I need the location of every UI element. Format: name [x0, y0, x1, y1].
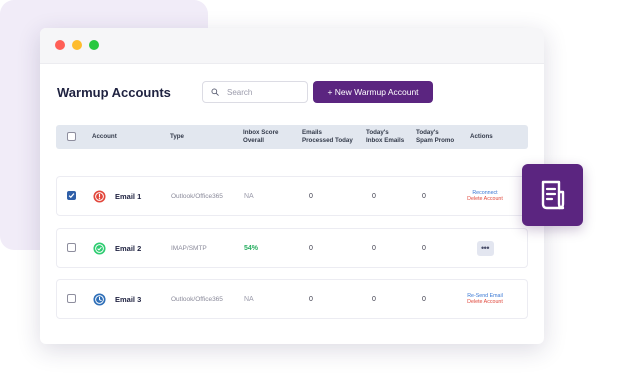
column-header-inbox-emails: Today's Inbox Emails: [366, 129, 404, 144]
table-header: Account Type Inbox Score Overall Emails …: [56, 125, 528, 149]
close-window-dot[interactable]: [55, 40, 65, 50]
row-checkbox[interactable]: [67, 294, 76, 303]
search-input[interactable]: [227, 87, 307, 97]
emails-processed: 0: [309, 192, 313, 200]
window-titlebar: [40, 28, 544, 64]
row-checkbox[interactable]: [67, 191, 76, 200]
inbox-score: NA: [244, 295, 254, 303]
column-header-account: Account: [92, 133, 117, 140]
check-circle-icon: [93, 242, 106, 255]
column-header-emails-processed-line2: Processed Today: [302, 136, 353, 144]
column-header-type: Type: [170, 133, 184, 140]
minimize-window-dot[interactable]: [72, 40, 82, 50]
account-type: Outlook/Office365: [171, 295, 223, 303]
checkmark-icon: [68, 193, 75, 199]
row-actions: •••: [451, 229, 519, 267]
row-checkbox[interactable]: [67, 243, 76, 252]
delete-account-link[interactable]: Delete Account: [467, 196, 503, 203]
emails-processed: 0: [309, 244, 313, 252]
clock-icon: [93, 293, 106, 306]
column-header-emails-processed: Emails Processed Today: [302, 129, 353, 144]
inbox-score: 54%: [244, 244, 259, 252]
document-badge: [522, 164, 583, 226]
column-header-inbox-score: Inbox Score Overall: [243, 129, 278, 144]
account-type: Outlook/Office365: [171, 192, 223, 200]
table-row[interactable]: Email 2 IMAP/SMTP 54% 0 0 0 •••: [56, 228, 528, 268]
search-icon: [211, 88, 219, 96]
column-header-spam-promo: Today's Spam Promo: [416, 129, 454, 144]
column-header-spam-promo-line1: Today's: [416, 129, 439, 136]
spam-promo: 0: [422, 295, 426, 303]
new-warmup-account-button[interactable]: + New Warmup Account: [313, 81, 433, 103]
column-header-emails-processed-line1: Emails: [302, 129, 322, 136]
spam-promo: 0: [422, 192, 426, 200]
account-type: IMAP/SMTP: [171, 244, 207, 252]
column-header-inbox-emails-line2: Inbox Emails: [366, 136, 405, 144]
account-name: Email 1: [115, 191, 142, 201]
inbox-emails: 0: [372, 295, 376, 303]
app-window: Warmup Accounts + New Warmup Account Acc…: [40, 28, 544, 344]
column-header-inbox-score-line1: Inbox Score: [243, 129, 279, 136]
inbox-emails: 0: [372, 192, 376, 200]
table-row[interactable]: Email 3 Outlook/Office365 NA 0 0 0 Re-Se…: [56, 279, 528, 319]
account-name: Email 3: [115, 294, 142, 304]
account-name: Email 2: [115, 243, 142, 253]
column-header-spam-promo-line2: Spam Promo: [416, 136, 455, 144]
more-options-icon[interactable]: •••: [476, 240, 494, 256]
error-icon: [93, 190, 106, 203]
column-header-actions: Actions: [470, 133, 493, 140]
document-icon: [541, 180, 564, 210]
select-all-checkbox[interactable]: [67, 132, 76, 141]
column-header-inbox-emails-line1: Today's: [366, 129, 389, 136]
row-actions: Re-Send Email Delete Account: [451, 280, 519, 318]
inbox-score: NA: [244, 192, 254, 200]
table-row[interactable]: Email 1 Outlook/Office365 NA 0 0 0 Recon…: [56, 176, 528, 216]
row-actions: Reconnect Delete Account: [451, 177, 519, 215]
column-header-inbox-score-line2: Overall: [243, 136, 264, 144]
emails-processed: 0: [309, 295, 313, 303]
delete-account-link[interactable]: Delete Account: [467, 299, 503, 306]
page-title: Warmup Accounts: [57, 85, 171, 100]
spam-promo: 0: [422, 244, 426, 252]
inbox-emails: 0: [372, 244, 376, 252]
search-box[interactable]: [202, 81, 308, 103]
maximize-window-dot[interactable]: [89, 40, 99, 50]
